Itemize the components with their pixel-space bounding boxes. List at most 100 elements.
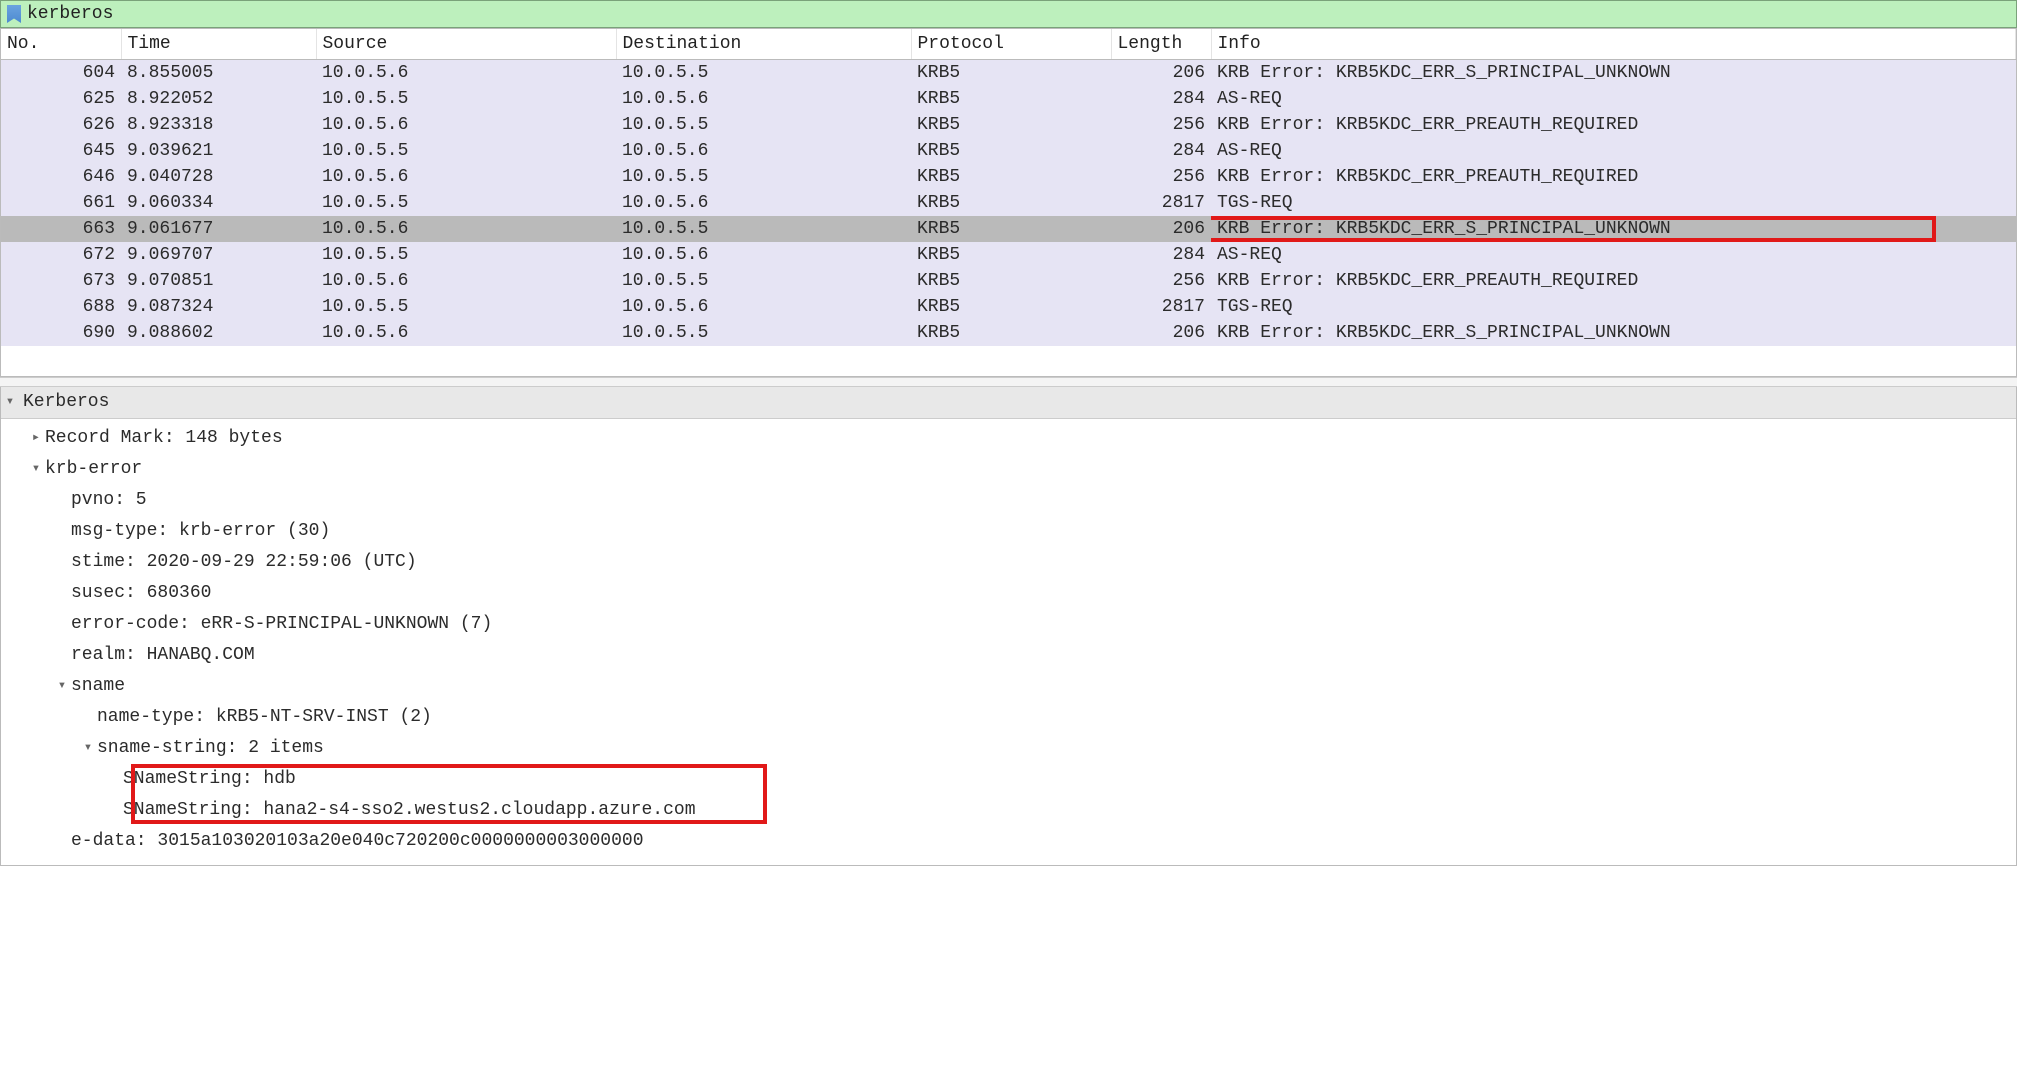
msg-type[interactable]: msg-type: krb-error (30) xyxy=(1,516,2016,547)
table-row[interactable]: 6639.06167710.0.5.610.0.5.5KRB5206KRB Er… xyxy=(1,216,2016,242)
cell: 661 xyxy=(1,190,121,216)
cell: 10.0.5.5 xyxy=(616,320,911,346)
cell: 256 xyxy=(1111,112,1211,138)
table-row[interactable]: 6619.06033410.0.5.510.0.5.6KRB52817TGS-R… xyxy=(1,190,2016,216)
cell: 9.061677 xyxy=(121,216,316,242)
sname-string-node[interactable]: sname-string: 2 items xyxy=(1,733,2016,764)
cell: 10.0.5.6 xyxy=(616,86,911,112)
cell: KRB5 xyxy=(911,294,1111,320)
chevron-down-icon[interactable] xyxy=(27,459,45,480)
chevron-down-icon[interactable] xyxy=(1,392,19,413)
cell: 9.039621 xyxy=(121,138,316,164)
col-protocol[interactable]: Protocol xyxy=(911,29,1111,59)
pane-splitter[interactable] xyxy=(0,377,2017,387)
stime[interactable]: stime: 2020-09-29 22:59:06 (UTC) xyxy=(1,547,2016,578)
table-row[interactable]: 6048.85500510.0.5.610.0.5.5KRB5206KRB Er… xyxy=(1,59,2016,86)
cell: 256 xyxy=(1111,268,1211,294)
packet-detail-pane[interactable]: Kerberos Record Mark: 148 bytes krb-erro… xyxy=(0,387,2017,866)
cell: 10.0.5.6 xyxy=(316,164,616,190)
table-row[interactable]: 6258.92205210.0.5.510.0.5.6KRB5284AS-REQ xyxy=(1,86,2016,112)
cell: TGS-REQ xyxy=(1211,294,2016,320)
cell: 2817 xyxy=(1111,294,1211,320)
cell: 646 xyxy=(1,164,121,190)
cell: 10.0.5.6 xyxy=(616,294,911,320)
detail-root-label: Kerberos xyxy=(23,389,109,416)
krb-error-node[interactable]: krb-error xyxy=(1,454,2016,485)
realm[interactable]: realm: HANABQ.COM xyxy=(1,640,2016,671)
table-row[interactable]: 6889.08732410.0.5.510.0.5.6KRB52817TGS-R… xyxy=(1,294,2016,320)
packet-table[interactable]: No. Time Source Destination Protocol Len… xyxy=(1,29,2016,346)
col-no[interactable]: No. xyxy=(1,29,121,59)
cell: KRB5 xyxy=(911,320,1111,346)
cell: 206 xyxy=(1111,320,1211,346)
cell: 663 xyxy=(1,216,121,242)
cell: KRB Error: KRB5KDC_ERR_PREAUTH_REQUIRED xyxy=(1211,164,2016,190)
cell: 10.0.5.5 xyxy=(616,59,911,86)
pvno[interactable]: pvno: 5 xyxy=(1,485,2016,516)
cell: 688 xyxy=(1,294,121,320)
display-filter-input[interactable]: kerberos xyxy=(27,4,2010,24)
cell: 10.0.5.6 xyxy=(616,138,911,164)
sname-string-label: sname-string: 2 items xyxy=(97,735,324,762)
susec-label: susec: 680360 xyxy=(71,580,211,607)
col-info[interactable]: Info xyxy=(1211,29,2016,59)
msg-type-label: msg-type: krb-error (30) xyxy=(71,518,330,545)
cell: 206 xyxy=(1111,216,1211,242)
cell: KRB5 xyxy=(911,268,1111,294)
packet-header-row[interactable]: No. Time Source Destination Protocol Len… xyxy=(1,29,2016,59)
cell: AS-REQ xyxy=(1211,86,2016,112)
cell: 690 xyxy=(1,320,121,346)
sname-string-1-label: SNameString: hana2-s4-sso2.westus2.cloud… xyxy=(123,797,696,824)
cell: 625 xyxy=(1,86,121,112)
col-time[interactable]: Time xyxy=(121,29,316,59)
cell: 9.088602 xyxy=(121,320,316,346)
cell: KRB Error: KRB5KDC_ERR_S_PRINCIPAL_UNKNO… xyxy=(1211,59,2016,86)
cell: 10.0.5.5 xyxy=(616,164,911,190)
cell: 10.0.5.6 xyxy=(316,59,616,86)
sname-node[interactable]: sname xyxy=(1,671,2016,702)
cell: 10.0.5.6 xyxy=(316,320,616,346)
highlight-annotation xyxy=(1211,216,1936,242)
cell: 2817 xyxy=(1111,190,1211,216)
cell: 604 xyxy=(1,59,121,86)
cell: KRB Error: KRB5KDC_ERR_S_PRINCIPAL_UNKNO… xyxy=(1211,320,2016,346)
cell: 10.0.5.5 xyxy=(316,138,616,164)
table-row[interactable]: 6469.04072810.0.5.610.0.5.5KRB5256KRB Er… xyxy=(1,164,2016,190)
cell: KRB Error: KRB5KDC_ERR_PREAUTH_REQUIRED xyxy=(1211,112,2016,138)
table-row[interactable]: 6729.06970710.0.5.510.0.5.6KRB5284AS-REQ xyxy=(1,242,2016,268)
detail-root[interactable]: Kerberos xyxy=(1,387,2016,419)
error-code[interactable]: error-code: eRR-S-PRINCIPAL-UNKNOWN (7) xyxy=(1,609,2016,640)
sname-string-1[interactable]: SNameString: hana2-s4-sso2.westus2.cloud… xyxy=(1,795,2016,826)
packet-list-pane[interactable]: No. Time Source Destination Protocol Len… xyxy=(0,28,2017,377)
table-row[interactable]: 6739.07085110.0.5.610.0.5.5KRB5256KRB Er… xyxy=(1,268,2016,294)
e-data-label: e-data: 3015a103020103a20e040c720200c000… xyxy=(71,828,644,855)
e-data[interactable]: e-data: 3015a103020103a20e040c720200c000… xyxy=(1,826,2016,857)
cell: 10.0.5.6 xyxy=(316,268,616,294)
cell: 9.087324 xyxy=(121,294,316,320)
chevron-right-icon[interactable] xyxy=(27,428,45,449)
name-type-label: name-type: kRB5-NT-SRV-INST (2) xyxy=(97,704,432,731)
table-row[interactable]: 6459.03962110.0.5.510.0.5.6KRB5284AS-REQ xyxy=(1,138,2016,164)
col-source[interactable]: Source xyxy=(316,29,616,59)
table-row[interactable]: 6909.08860210.0.5.610.0.5.5KRB5206KRB Er… xyxy=(1,320,2016,346)
susec[interactable]: susec: 680360 xyxy=(1,578,2016,609)
chevron-down-icon[interactable] xyxy=(79,738,97,759)
cell: KRB5 xyxy=(911,112,1111,138)
sname-label: sname xyxy=(71,673,125,700)
table-row[interactable]: 6268.92331810.0.5.610.0.5.5KRB5256KRB Er… xyxy=(1,112,2016,138)
cell: 645 xyxy=(1,138,121,164)
cell: 10.0.5.6 xyxy=(616,190,911,216)
record-mark[interactable]: Record Mark: 148 bytes xyxy=(1,423,2016,454)
sname-string-0[interactable]: SNameString: hdb xyxy=(1,764,2016,795)
cell: 256 xyxy=(1111,164,1211,190)
record-mark-label: Record Mark: 148 bytes xyxy=(45,425,283,452)
display-filter-bar[interactable]: kerberos xyxy=(0,0,2017,28)
col-length[interactable]: Length xyxy=(1111,29,1211,59)
cell: 9.060334 xyxy=(121,190,316,216)
chevron-down-icon[interactable] xyxy=(53,676,71,697)
cell: KRB Error: KRB5KDC_ERR_S_PRINCIPAL_UNKNO… xyxy=(1211,216,2016,242)
cell: 284 xyxy=(1111,242,1211,268)
name-type[interactable]: name-type: kRB5-NT-SRV-INST (2) xyxy=(1,702,2016,733)
cell: KRB5 xyxy=(911,190,1111,216)
col-destination[interactable]: Destination xyxy=(616,29,911,59)
